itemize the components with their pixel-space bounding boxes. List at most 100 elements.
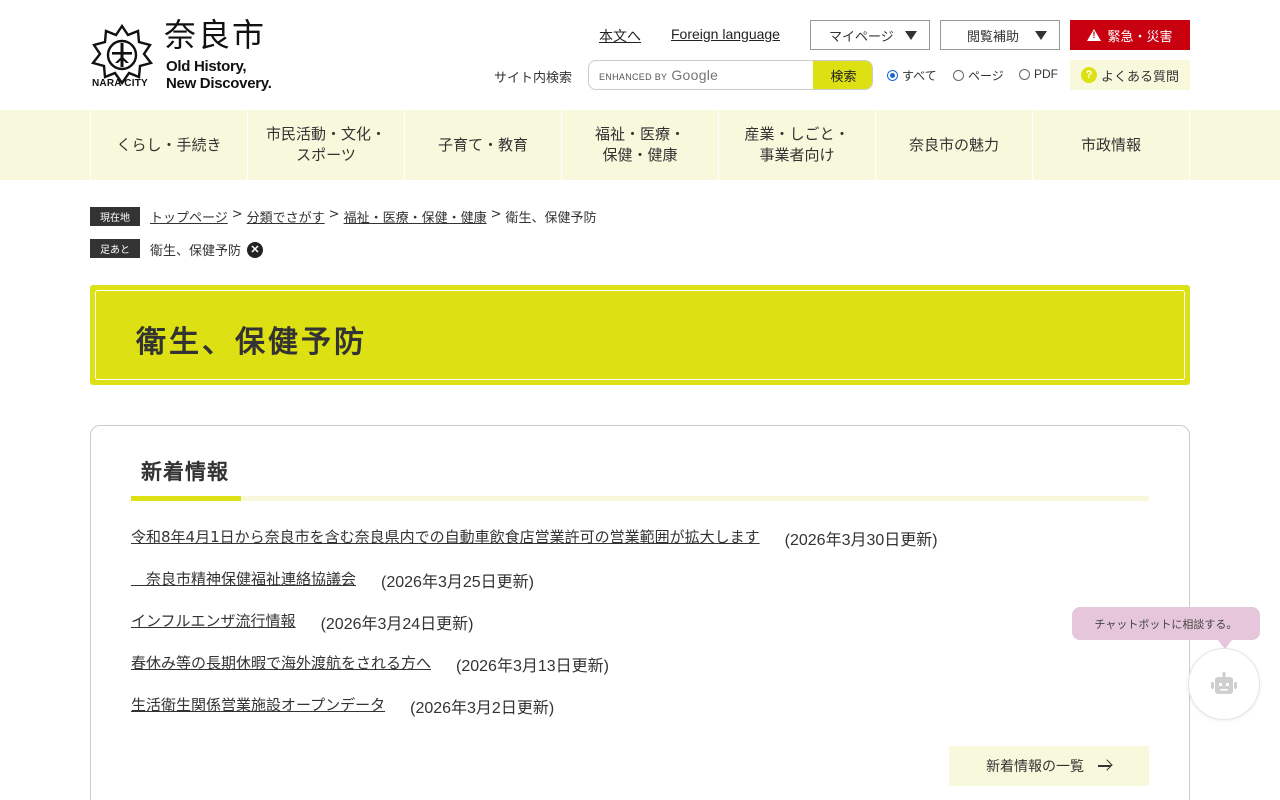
news-item-date: (2026年3月30日更新) bbox=[784, 532, 938, 549]
breadcrumb-link-welfare[interactable]: 福祉・医療・保健・健康 bbox=[344, 207, 487, 226]
breadcrumb-separator: > bbox=[328, 207, 340, 222]
search-scope-page[interactable]: ページ bbox=[953, 67, 1004, 84]
nav-item-label: 市民活動・文化・ スポーツ bbox=[266, 124, 386, 166]
site-header: NARA CITY 奈良市 Old History, New Discovery… bbox=[0, 0, 1280, 110]
radio-selected-icon bbox=[887, 70, 898, 81]
emergency-label: 緊急・災害 bbox=[1107, 29, 1173, 45]
news-heading-accent bbox=[131, 496, 241, 501]
nav-item-3[interactable]: 子育て・教育 bbox=[405, 110, 562, 180]
page-title-frame: 衛生、保健予防 bbox=[95, 290, 1185, 380]
news-item-link[interactable]: インフルエンザ流行情報 bbox=[131, 610, 296, 631]
nav-item-6[interactable]: 奈良市の魅力 bbox=[876, 110, 1033, 180]
breadcrumb-current-tag: 現在地 bbox=[90, 207, 140, 226]
radio-page-label: ページ bbox=[968, 69, 1004, 83]
chatbot-button[interactable] bbox=[1188, 648, 1260, 720]
search-scope-pdf[interactable]: PDF bbox=[1019, 67, 1058, 81]
nav-item-5[interactable]: 産業・しごと・ 事業者向け bbox=[719, 110, 876, 180]
triangle-down-icon bbox=[905, 30, 917, 40]
logo-tagline-line2: New Discovery. bbox=[166, 75, 272, 92]
nav-item-label: 産業・しごと・ 事業者向け bbox=[744, 124, 849, 166]
breadcrumb-link-top[interactable]: トップページ bbox=[150, 207, 228, 226]
emergency-button[interactable]: 緊急・災害 bbox=[1070, 20, 1190, 50]
search-enhanced-text: ENHANCED BY bbox=[599, 72, 668, 82]
nav-item-label-line1: 子育て・教育 bbox=[437, 135, 528, 154]
site-search: ENHANCED BY Google 検索 bbox=[588, 60, 873, 90]
nav-item-4[interactable]: 福祉・医療・ 保健・健康 bbox=[562, 110, 719, 180]
breadcrumb-separator: > bbox=[490, 207, 502, 222]
breadcrumb-history-tag: 足あと bbox=[90, 239, 140, 258]
nav-item-label-line2: スポーツ bbox=[296, 146, 356, 164]
arrow-right-icon bbox=[1098, 760, 1112, 772]
mypage-dropdown[interactable]: マイページ bbox=[810, 20, 930, 50]
nav-item-label-line1: 福祉・医療・ bbox=[594, 125, 685, 143]
robot-icon bbox=[1211, 672, 1237, 694]
history-item[interactable]: 衛生、保健予防 bbox=[150, 240, 241, 259]
nav-item-label: 奈良市の魅力 bbox=[909, 135, 999, 156]
news-item-date: (2026年3月13日更新) bbox=[456, 658, 609, 675]
nav-item-label: くらし・手続き bbox=[116, 135, 221, 156]
news-item-date: (2026年3月2日更新) bbox=[410, 700, 555, 717]
nav-item-label-line2: 保健・健康 bbox=[602, 146, 678, 164]
news-list: 令和8年4月1日から奈良市を含む奈良県内での自動車飲食店営業許可の営業範囲が拡大… bbox=[131, 526, 938, 736]
nav-item-label: 子育て・教育 bbox=[438, 135, 528, 156]
list-item: 生活衛生関係営業施設オープンデータ (2026年3月2日更新) bbox=[131, 694, 938, 736]
news-more-label: 新着情報の一覧 bbox=[986, 759, 1084, 775]
history-trail: 衛生、保健予防 ✕ bbox=[150, 240, 264, 259]
page-title-band: 衛生、保健予防 bbox=[90, 285, 1190, 385]
news-item-date: (2026年3月25日更新) bbox=[381, 574, 534, 591]
site-logo[interactable]: NARA CITY 奈良市 Old History, New Discovery… bbox=[90, 16, 290, 94]
mypage-label: マイページ bbox=[829, 29, 894, 45]
nav-item-label-line1: 市政情報 bbox=[1080, 135, 1141, 154]
nav-item-label: 福祉・医療・ 保健・健康 bbox=[595, 124, 685, 166]
news-item-link[interactable]: 奈良市精神保健福祉連絡協議会 bbox=[131, 568, 356, 589]
faq-button[interactable]: ? よくある質問 bbox=[1070, 60, 1190, 90]
faq-label: よくある質問 bbox=[1100, 69, 1179, 85]
global-nav: くらし・手続き 市民活動・文化・ スポーツ 子育て・教育 福祉・医療・ 保健・健康 産業・し… bbox=[0, 110, 1280, 180]
nav-item-7[interactable]: 市政情報 bbox=[1033, 110, 1190, 180]
triangle-down-icon bbox=[1035, 30, 1047, 40]
radio-icon bbox=[953, 70, 964, 81]
radio-icon bbox=[1019, 68, 1030, 80]
news-list-more-button[interactable]: 新着情報の一覧 bbox=[949, 746, 1149, 786]
breadcrumb-link-category[interactable]: 分類でさがす bbox=[247, 207, 325, 226]
breadcrumb-current: 衛生、保健予防 bbox=[505, 211, 597, 226]
nav-item-2[interactable]: 市民活動・文化・ スポーツ bbox=[248, 110, 405, 180]
search-button[interactable]: 検索 bbox=[813, 61, 872, 89]
logo-city-text: NARA CITY bbox=[92, 78, 148, 89]
breadcrumb: トップページ > 分類でさがす > 福祉・医療・保健・健康 > 衛生、保健予防 bbox=[150, 207, 597, 226]
news-heading-underline bbox=[131, 496, 1149, 501]
search-scope-all[interactable]: すべて bbox=[887, 67, 937, 84]
search-placeholder: ENHANCED BY Google bbox=[599, 67, 718, 83]
foreign-language-link[interactable]: Foreign language bbox=[671, 26, 780, 42]
logo-japanese-name: 奈良市 bbox=[164, 16, 267, 54]
news-item-date: (2026年3月24日更新) bbox=[320, 616, 474, 633]
list-item: インフルエンザ流行情報 (2026年3月24日更新) bbox=[131, 610, 938, 652]
warning-icon bbox=[1087, 29, 1102, 41]
list-item: 奈良市精神保健福祉連絡協議会 (2026年3月25日更新) bbox=[131, 568, 938, 610]
list-item: 春休み等の長期休暇で海外渡航をされる方へ (2026年3月13日更新) bbox=[131, 652, 938, 694]
nav-item-label-line1: 奈良市の魅力 bbox=[908, 135, 999, 154]
news-section: 新着情報 令和8年4月1日から奈良市を含む奈良県内での自動車飲食店営業許可の営業… bbox=[90, 425, 1190, 800]
news-item-link[interactable]: 春休み等の長期休暇で海外渡航をされる方へ bbox=[131, 652, 431, 673]
close-icon[interactable]: ✕ bbox=[247, 241, 264, 258]
news-item-link[interactable]: 生活衛生関係営業施設オープンデータ bbox=[131, 694, 385, 715]
skip-to-content-link[interactable]: 本文へ bbox=[599, 26, 641, 46]
news-heading: 新着情報 bbox=[141, 460, 229, 484]
accessibility-dropdown[interactable]: 閲覧補助 bbox=[940, 20, 1060, 50]
search-google-text: Google bbox=[671, 67, 719, 83]
site-search-label: サイト内検索 bbox=[494, 71, 573, 86]
logo-tagline-line1: Old History, bbox=[166, 58, 247, 75]
nav-item-label-line1: 産業・しごと・ bbox=[744, 125, 850, 143]
nav-item-label-line1: くらし・手続き bbox=[116, 135, 222, 154]
chatbot-bubble[interactable]: チャットボットに相談する。 bbox=[1072, 607, 1260, 649]
radio-pdf-label: PDF bbox=[1034, 67, 1058, 81]
list-item: 令和8年4月1日から奈良市を含む奈良県内での自動車飲食店営業許可の営業範囲が拡大… bbox=[131, 526, 938, 568]
nav-item-1[interactable]: くらし・手続き bbox=[91, 110, 248, 180]
radio-all-label: すべて bbox=[902, 69, 937, 83]
nav-item-label-line1: 市民活動・文化・ bbox=[265, 125, 386, 143]
question-icon: ? bbox=[1080, 67, 1097, 83]
page-title: 衛生、保健予防 bbox=[136, 325, 367, 360]
accessibility-label: 閲覧補助 bbox=[967, 29, 1020, 45]
news-item-link[interactable]: 令和8年4月1日から奈良市を含む奈良県内での自動車飲食店営業許可の営業範囲が拡大… bbox=[131, 526, 760, 547]
global-nav-items: くらし・手続き 市民活動・文化・ スポーツ 子育て・教育 福祉・医療・ 保健・健康 産業・し… bbox=[90, 110, 1190, 180]
